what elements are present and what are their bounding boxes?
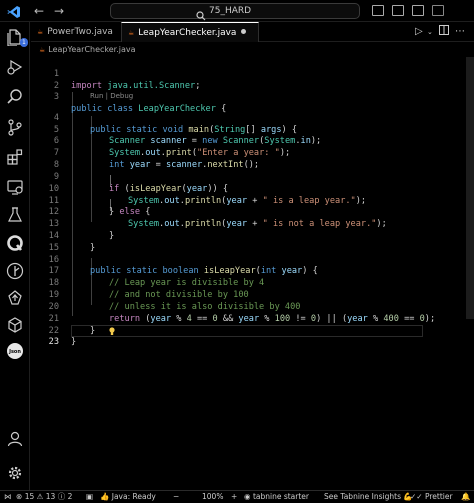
java-file-icon: ☕ xyxy=(128,29,135,37)
remote-explorer-icon[interactable] xyxy=(6,178,24,196)
breadcrumb[interactable]: ☕ LeapYearChecker.java xyxy=(31,43,474,57)
prettier-status[interactable]: ✓✓ Prettier xyxy=(410,491,453,503)
workspace-name: 75_HARD xyxy=(209,6,252,16)
warning-count: 13 xyxy=(45,492,56,501)
vscode-logo-icon[interactable] xyxy=(7,4,21,18)
problems-summary[interactable]: ⊗ 15 ⚠ 13 ⓘ 2 xyxy=(16,491,72,503)
toggle-primary-sidebar-icon[interactable] xyxy=(372,5,384,16)
code-line: 18 // and not divisible by 100 xyxy=(31,266,474,300)
breadcrumb-file: LeapYearChecker.java xyxy=(48,45,136,54)
account-icon[interactable] xyxy=(6,430,24,448)
zoom-in-icon[interactable]: + xyxy=(231,491,237,503)
search-icon xyxy=(196,6,206,21)
thumbs-up-icon: 👍 xyxy=(100,492,110,501)
error-count: 15 xyxy=(24,492,35,501)
code-line: 2 xyxy=(31,69,474,91)
code-editor[interactable]: 1 import java.util.Scanner; 2 3 public c… xyxy=(31,57,474,490)
code-line: 9 if (isLeapYear(year)) { xyxy=(31,160,474,194)
run-java-icon[interactable]: ▷ xyxy=(415,22,423,42)
docker-icon[interactable] xyxy=(6,316,24,334)
tab-leapyearchecker[interactable]: ☕ LeapYearChecker.java xyxy=(121,22,259,42)
zoom-out-icon[interactable]: − xyxy=(173,491,179,503)
customize-layout-icon[interactable] xyxy=(432,5,444,16)
code-line: 10 System.out.println(year + " is a leap… xyxy=(31,172,474,206)
warning-icon: ⚠ xyxy=(36,492,44,501)
java-file-icon: ☕ xyxy=(37,28,44,36)
code-line: 7 int year = scanner.nextInt(); xyxy=(31,136,474,170)
quokka-icon[interactable] xyxy=(6,234,24,252)
ports-icon[interactable]: ▣ xyxy=(86,491,93,503)
forward-arrow-icon[interactable]: → xyxy=(54,3,64,19)
info-count: 2 xyxy=(67,492,73,501)
git-graph-icon[interactable] xyxy=(6,262,24,280)
toggle-panel-icon[interactable] xyxy=(392,5,404,16)
code-line: 20 return (year % 4 == 0 && year % 100 !… xyxy=(31,290,474,324)
code-line: 8 xyxy=(31,148,474,170)
notifications-bell-icon[interactable]: 🔔 xyxy=(461,491,470,503)
info-icon: ⓘ xyxy=(57,492,66,501)
lightbulb-icon[interactable] xyxy=(78,315,115,335)
tabnine-icon: ◉ xyxy=(244,492,251,501)
code-line: 3 public class LeapYearChecker { xyxy=(31,81,474,114)
json-icon[interactable]: Json xyxy=(6,342,24,360)
error-icon: ⊗ xyxy=(16,492,23,501)
java-status[interactable]: 👍 Java: Ready xyxy=(100,491,156,503)
code-line: 21 } xyxy=(31,302,474,336)
extensions-icon[interactable] xyxy=(6,148,24,166)
code-line: 19 // unless it is also divisible by 400 xyxy=(31,278,474,312)
tabnine-status[interactable]: ◉ tabnine starter xyxy=(244,491,309,503)
zoom-level[interactable]: 100% xyxy=(202,491,223,503)
tabnine-insights[interactable]: See Tabnine Insights 💪 xyxy=(324,491,413,503)
more-actions-icon[interactable]: ⋯ xyxy=(455,22,465,42)
double-check-icon: ✓✓ xyxy=(410,492,423,501)
code-line: 12 System.out.println(year + " is not a … xyxy=(31,196,474,229)
run-debug-icon[interactable] xyxy=(6,58,24,76)
tab-label: LeapYearChecker.java xyxy=(138,28,237,38)
java-file-icon: ☕ xyxy=(39,46,46,54)
activity-bar: 1 Json xyxy=(0,22,30,490)
unsaved-dot-icon[interactable] xyxy=(241,29,247,34)
code-line: 23 xyxy=(31,326,474,347)
back-arrow-icon[interactable]: ← xyxy=(34,3,44,19)
split-editor-icon[interactable] xyxy=(439,22,449,42)
explorer-icon[interactable]: 1 xyxy=(6,28,28,47)
command-center-search[interactable]: 75_HARD xyxy=(110,3,360,21)
code-line: 15 xyxy=(31,231,474,253)
code-line: 13 } xyxy=(31,207,474,241)
code-line: 22 } xyxy=(31,314,474,347)
code-line: 17 // Leap year is divisible by 4 xyxy=(31,255,474,288)
source-control-icon[interactable] xyxy=(6,118,24,136)
run-options-chevron-icon[interactable]: ⌄ xyxy=(427,22,433,42)
title-bar: ← → 75_HARD xyxy=(0,0,474,22)
tab-powertwo[interactable]: ☕ PowerTwo.java xyxy=(31,22,121,42)
tab-label: PowerTwo.java xyxy=(47,27,113,37)
code-line: 4 public static void main(String[] args)… xyxy=(31,101,474,135)
line-number: 23 xyxy=(48,337,59,348)
code-line: 6 System.out.print("Enter a year: "); xyxy=(31,125,474,158)
code-line: 5 Scanner scanner = new Scanner(System.i… xyxy=(31,113,474,147)
remote-indicator-icon[interactable]: ⋈ xyxy=(4,491,12,503)
deploy-icon[interactable] xyxy=(6,289,24,307)
code-line: 14 } xyxy=(31,219,474,253)
search-view-icon[interactable] xyxy=(6,88,24,106)
editor-tabs: ☕ PowerTwo.java ☕ LeapYearChecker.java ▷ ⌄… xyxy=(31,22,474,42)
code-line: 1 import java.util.Scanner; xyxy=(31,57,474,91)
codelens-run-debug[interactable]: Run | Debug xyxy=(90,92,133,100)
status-bar: ⋈ ⊗ 15 ⚠ 13 ⓘ 2 ▣ 👍 Java: Ready − 100% +… xyxy=(0,490,474,503)
toggle-secondary-sidebar-icon[interactable] xyxy=(412,5,424,16)
settings-gear-icon[interactable] xyxy=(6,464,24,482)
testing-icon[interactable] xyxy=(6,206,24,224)
explorer-badge: 1 xyxy=(20,38,28,47)
code-line: 11 } else { xyxy=(31,184,474,218)
svg-text:Json: Json xyxy=(8,349,21,355)
code-line: 16 public static boolean isLeapYear(int … xyxy=(31,243,474,277)
